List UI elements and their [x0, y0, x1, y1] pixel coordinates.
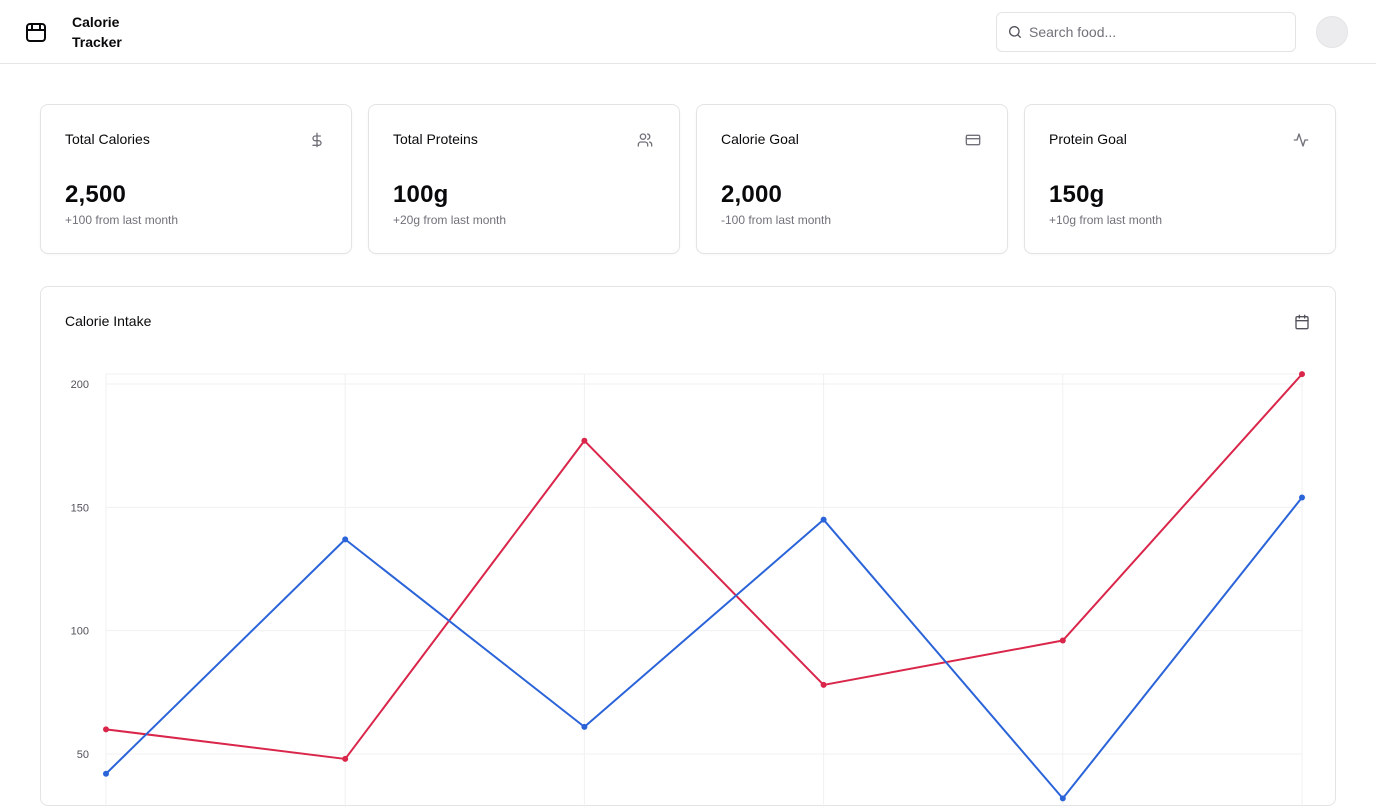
card-delta: +20g from last month [393, 213, 507, 227]
activity-icon [1293, 133, 1309, 147]
avatar[interactable] [1316, 16, 1348, 48]
series-line-1 [105, 373, 1303, 760]
card-title: Protein Goal [1049, 131, 1127, 147]
dollar-icon [312, 132, 322, 148]
series-point-1 [820, 681, 827, 688]
y-tick-label: 50 [77, 749, 89, 761]
search-icon [1009, 26, 1021, 38]
series-point-1 [103, 726, 109, 733]
stat-card-protein-goal: Protein Goal 150g +10g from last month [1024, 104, 1336, 254]
card-title: Total Proteins [393, 131, 478, 147]
package-icon[interactable] [24, 20, 48, 44]
card-value: 2,000 [721, 181, 783, 208]
series-point-1 [342, 755, 349, 762]
calorie-intake-card: Calorie Intake 50 100 150 200 [40, 286, 1336, 807]
series-point-1 [1059, 637, 1066, 644]
stat-card-calorie-goal: Calorie Goal 2,000 -100 from last month [696, 104, 1008, 254]
series-point-2 [1299, 494, 1305, 501]
stat-card-total-calories: Total Calories 2,500 +100 from last mont… [40, 104, 352, 254]
card-value: 150g [1049, 181, 1105, 208]
card-delta: +10g from last month [1049, 213, 1163, 227]
series-point-2 [820, 516, 827, 523]
y-tick-label: 150 [71, 502, 89, 514]
credit-card-icon [965, 134, 981, 146]
y-tick-label: 200 [71, 379, 89, 391]
series-point-2 [342, 536, 349, 543]
series-point-1 [581, 437, 588, 444]
users-icon [637, 133, 653, 147]
series-line-2 [105, 496, 1303, 800]
card-delta: +100 from last month [65, 213, 179, 227]
card-title: Calorie Goal [721, 131, 799, 147]
series-point-2 [103, 770, 109, 777]
series-point-1 [1299, 371, 1305, 378]
search-box[interactable] [996, 12, 1296, 52]
stat-card-total-proteins: Total Proteins 100g +20g from last month [368, 104, 680, 254]
y-tick-label: 100 [71, 626, 89, 638]
card-value: 100g [393, 181, 449, 208]
card-delta: -100 from last month [721, 213, 832, 227]
series-point-2 [581, 723, 588, 730]
calorie-intake-chart: 50 100 150 200 [71, 371, 1305, 807]
search-input[interactable] [1029, 13, 1289, 51]
app-title: Calorie Tracker [72, 14, 122, 50]
card-title: Total Calories [65, 131, 150, 147]
card-value: 2,500 [65, 181, 127, 208]
series-point-2 [1059, 795, 1066, 802]
top-header: Calorie Tracker [0, 0, 1376, 64]
